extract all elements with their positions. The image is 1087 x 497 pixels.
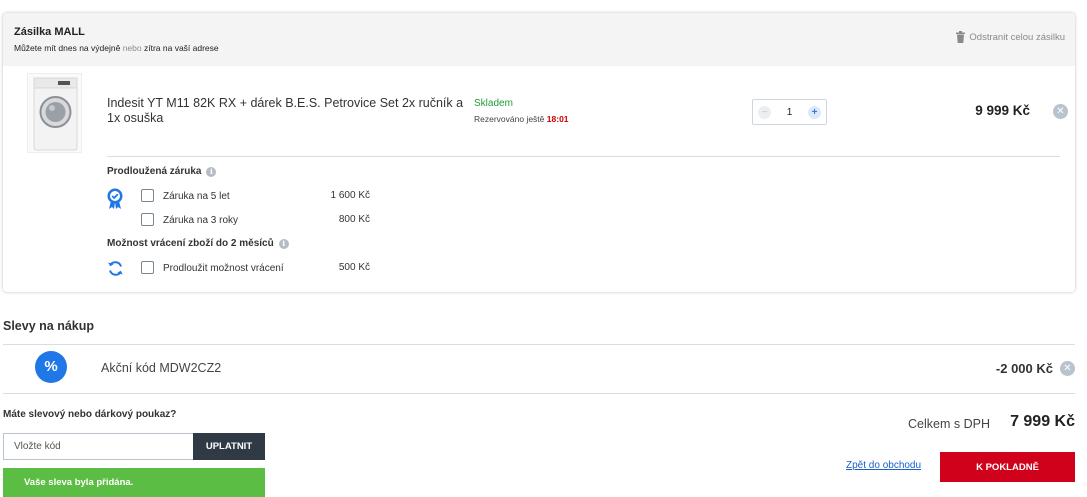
extend-return-label: Prodloužit možnost vrácení	[163, 263, 284, 274]
reservation-info: Rezervováno ještě 18:01	[474, 114, 569, 124]
warranty-5y-label: Záruka na 5 let	[163, 191, 230, 202]
dryer-image-icon	[33, 77, 78, 151]
quantity-value[interactable]: 1	[787, 107, 793, 118]
refresh-icon	[108, 261, 123, 276]
quantity-stepper[interactable]: − 1 +	[752, 99, 827, 125]
warranty-3y-checkbox[interactable]	[141, 213, 154, 226]
trash-icon	[956, 31, 966, 43]
subtitle-part1: Můžete mít dnes na výdejně	[14, 43, 121, 53]
quantity-increase-button[interactable]: +	[808, 105, 821, 119]
voucher-code-input[interactable]	[3, 433, 193, 460]
total-value: 7 999 Kč	[1010, 413, 1075, 430]
total-label: Celkem s DPH	[908, 417, 990, 431]
apply-voucher-button[interactable]: UPLATNIT	[193, 433, 265, 460]
extend-return-price: 500 Kč	[338, 262, 370, 273]
product-image[interactable]	[27, 73, 82, 153]
remove-discount-button[interactable]: ✕	[1060, 361, 1075, 376]
reserved-label: Rezervováno ještě	[474, 114, 545, 124]
shipment-title: Zásilka MALL	[14, 26, 85, 38]
extend-return-checkbox[interactable]	[141, 261, 154, 274]
quantity-decrease-button[interactable]: −	[758, 105, 771, 119]
warranty-5y-checkbox[interactable]	[141, 189, 154, 202]
shipment-card: Zásilka MALL Můžete mít dnes na výdejně …	[3, 13, 1075, 292]
warranty-3y-price: 800 Kč	[338, 214, 370, 225]
stock-status: Skladem	[474, 98, 513, 109]
voucher-question: Máte slevový nebo dárkový poukaz?	[3, 409, 177, 420]
remove-shipment-button[interactable]: Odstranit celou zásilku	[956, 31, 1065, 43]
close-icon: ✕	[1063, 363, 1072, 374]
subtitle-part2: zítra na vaší adrese	[143, 43, 219, 53]
returns-section-title: Možnost vrácení zboží do 2 měsíců i	[107, 238, 289, 249]
returns-title: Možnost vrácení zboží do 2 měsíců	[107, 238, 274, 249]
percent-icon: %	[35, 351, 67, 383]
back-to-shop-link[interactable]: Zpět do obchodu	[846, 460, 921, 471]
checkout-button[interactable]: K POKLADNĚ	[940, 452, 1075, 482]
discounts-title: Slevy na nákup	[3, 319, 95, 333]
shipment-header: Zásilka MALL Můžete mít dnes na výdejně …	[3, 13, 1075, 66]
discount-code-label: Akční kód MDW2CZ2	[101, 361, 222, 375]
discounts-divider-top	[3, 344, 1075, 345]
warranty-title: Prodloužená záruka	[107, 166, 202, 177]
info-icon[interactable]: i	[278, 238, 289, 249]
subtitle-or: nebo	[122, 43, 142, 53]
close-icon: ✕	[1056, 106, 1065, 117]
discounts-divider-bottom	[3, 393, 1075, 394]
remove-product-button[interactable]: ✕	[1053, 104, 1068, 119]
discount-amount: -2 000 Kč	[995, 361, 1053, 376]
product-price: 9 999 Kč	[975, 103, 1030, 118]
warranty-badge-icon	[107, 188, 123, 209]
shipment-subtitle: Můžete mít dnes na výdejně nebo zítra na…	[14, 43, 219, 53]
voucher-success-message: Vaše sleva byla přidána.	[3, 468, 265, 497]
warranty-3y-label: Záruka na 3 roky	[163, 215, 239, 226]
warranty-section-title: Prodloužená záruka i	[107, 166, 217, 177]
warranty-5y-price: 1 600 Kč	[330, 190, 370, 201]
remove-shipment-label: Odstranit celou zásilku	[969, 31, 1065, 43]
info-icon[interactable]: i	[206, 166, 217, 177]
divider	[107, 156, 1060, 157]
product-name[interactable]: Indesit YT M11 82K RX + dárek B.E.S. Pet…	[107, 96, 467, 126]
reserved-time: 18:01	[546, 114, 569, 124]
